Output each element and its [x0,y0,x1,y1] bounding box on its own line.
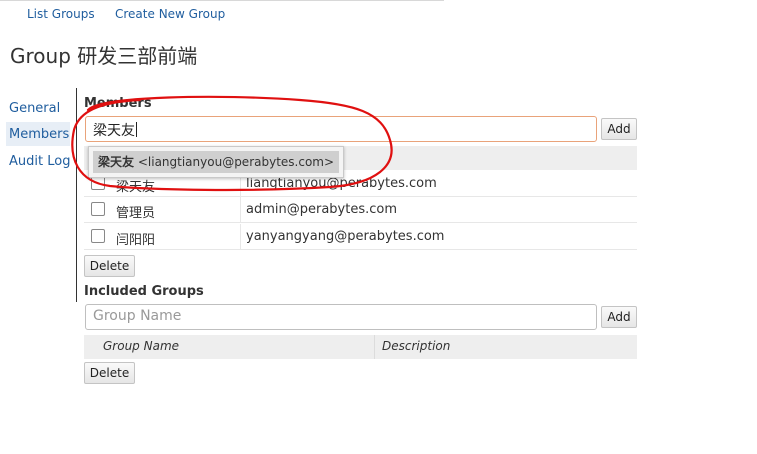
member-input-value: 梁天友 [93,123,135,139]
table-row: 闫阳阳 yanyangyang@perabytes.com [84,224,637,250]
groups-table-header: Group Name Description [84,335,637,359]
member-search-input[interactable]: 梁天友 [85,116,597,142]
member-name: 闫阳阳 [116,233,156,248]
suggestion-name: 梁天友 [98,155,135,169]
member-email: admin@perabytes.com [246,202,398,217]
group-name-placeholder: Group Name [93,308,182,324]
delete-groups-button[interactable]: Delete [84,362,135,384]
page-title: Group 研发三部前端 [10,44,198,68]
member-email: yanyangyang@perabytes.com [246,229,445,244]
text-caret [136,122,137,137]
included-groups-heading: Included Groups [84,284,204,299]
column-separator [374,335,375,359]
column-group-name[interactable]: Group Name [103,339,179,353]
suggestion-email: <liangtianyou@perabytes.com> [137,155,335,169]
top-divider [0,0,444,1]
delete-members-button[interactable]: Delete [84,255,135,277]
member-name: 管理员 [116,206,156,221]
column-separator [240,224,241,250]
nav-audit-log[interactable]: Audit Log [9,154,70,169]
add-member-button[interactable]: Add [601,118,637,140]
nav-divider [76,88,77,302]
member-name: 梁天友 [116,180,156,195]
autocomplete-suggestion[interactable]: 梁天友 <liangtianyou@perabytes.com> [93,151,339,173]
group-name-input[interactable]: Group Name [85,304,597,330]
add-group-button[interactable]: Add [601,306,637,328]
member-checkbox[interactable] [91,176,105,190]
member-checkbox[interactable] [91,229,105,243]
members-heading: Members [84,96,152,111]
member-email: liangtianyou@perabytes.com [246,176,437,191]
column-description[interactable]: Description [382,339,450,353]
create-new-group-link[interactable]: Create New Group [115,7,225,21]
column-separator [240,197,241,223]
autocomplete-popup: 梁天友 <liangtianyou@perabytes.com> [88,146,344,178]
nav-members[interactable]: Members [9,127,69,142]
nav-general[interactable]: General [9,101,60,116]
list-groups-link[interactable]: List Groups [27,7,95,21]
table-row: 管理员 admin@perabytes.com [84,197,637,223]
member-checkbox[interactable] [91,202,105,216]
